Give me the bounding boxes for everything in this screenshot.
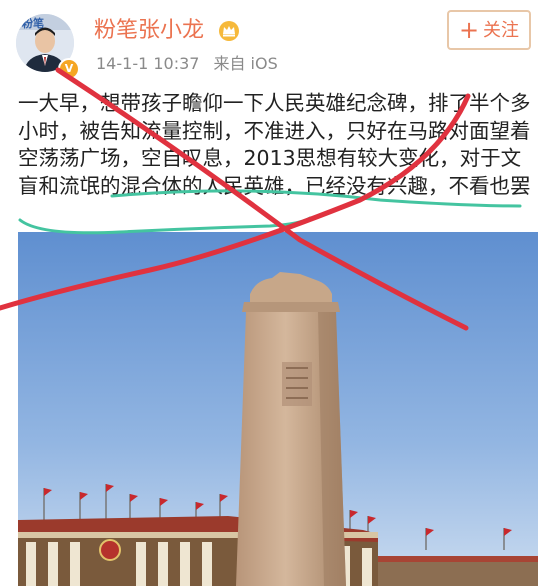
crown-icon bbox=[219, 21, 239, 41]
svg-text:粉笔: 粉笔 bbox=[22, 16, 44, 30]
post-source: 来自 iOS bbox=[213, 54, 278, 73]
author-name[interactable]: 粉笔张小龙 bbox=[94, 16, 204, 46]
post-body-text: 一大早，想带孩子瞻仰一下人民英雄纪念碑，排了半个多小时，被告知流量控制，不准进入… bbox=[18, 91, 531, 198]
monument-obelisk bbox=[236, 272, 346, 586]
follow-button[interactable]: + 关注 bbox=[447, 10, 531, 50]
verified-badge-icon: V bbox=[58, 58, 80, 80]
monument-photo[interactable] bbox=[18, 232, 538, 586]
post-timestamp: 14-1-1 10:37 bbox=[96, 54, 200, 73]
post-meta: 14-1-1 10:37 来自 iOS bbox=[96, 53, 292, 75]
plus-icon: + bbox=[458, 16, 480, 44]
post-header: 粉笔 V 粉笔张小龙 14-1-1 10:37 来自 iOS + 关注 bbox=[0, 0, 550, 86]
follow-button-label: 关注 bbox=[483, 20, 520, 41]
monument-photo-image bbox=[18, 232, 538, 586]
